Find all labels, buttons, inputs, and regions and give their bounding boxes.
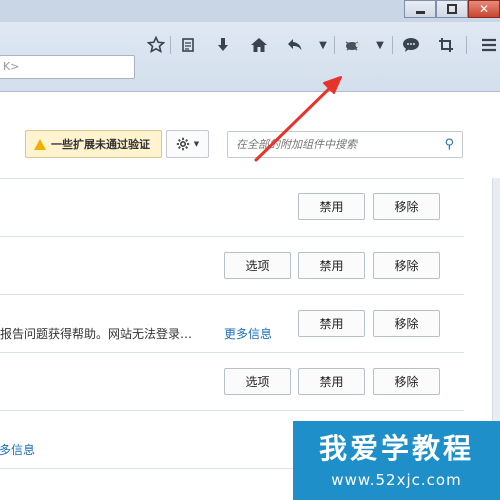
options-label: 选项 bbox=[245, 375, 270, 389]
disable-label: 禁用 bbox=[319, 317, 344, 331]
toolbar-separator bbox=[392, 36, 393, 54]
warning-icon bbox=[34, 138, 46, 150]
disable-button[interactable]: 禁用 bbox=[298, 193, 365, 220]
url-bar[interactable]: K> bbox=[0, 55, 135, 79]
disable-button[interactable]: 禁用 bbox=[298, 252, 365, 279]
chevron-down-icon: ▼ bbox=[193, 140, 200, 148]
download-icon[interactable] bbox=[210, 32, 236, 58]
addon-search-box[interactable]: ⚲ bbox=[227, 131, 463, 158]
addon-dropdown-icon[interactable]: ▼ bbox=[367, 32, 393, 58]
remove-button[interactable]: 移除 bbox=[373, 310, 440, 337]
row-divider bbox=[0, 294, 464, 295]
url-text: K> bbox=[3, 60, 20, 73]
tools-menu-button[interactable]: ▼ bbox=[166, 130, 209, 158]
crop-icon[interactable] bbox=[433, 32, 459, 58]
row-divider bbox=[0, 410, 464, 411]
remove-label: 移除 bbox=[394, 200, 419, 214]
site-watermark: 我爱学教程 www.52xjc.com bbox=[293, 421, 500, 500]
close-button[interactable]: ✕ bbox=[468, 0, 500, 18]
remove-label: 移除 bbox=[394, 317, 419, 331]
title-bar: ✕ bbox=[0, 0, 500, 22]
menu-icon[interactable] bbox=[476, 32, 500, 58]
minimize-button[interactable] bbox=[404, 0, 436, 18]
bookmark-star-icon[interactable] bbox=[143, 32, 169, 58]
addon-description: 报告问题获得帮助。网站无法登录… bbox=[0, 327, 193, 341]
minimize-icon bbox=[415, 10, 425, 14]
toolbar-separator bbox=[170, 36, 171, 54]
unverified-extensions-button[interactable]: 一些扩展未通过验证 bbox=[25, 130, 162, 158]
row-divider bbox=[0, 178, 464, 179]
unverified-extensions-label: 一些扩展未通过验证 bbox=[51, 138, 150, 151]
disable-button[interactable]: 禁用 bbox=[298, 368, 365, 395]
chat-icon[interactable] bbox=[398, 32, 424, 58]
addon-search-input[interactable] bbox=[228, 132, 428, 157]
disable-button[interactable]: 禁用 bbox=[298, 310, 365, 337]
more-info-link[interactable]: 多信息 bbox=[0, 441, 35, 458]
remove-label: 移除 bbox=[394, 259, 419, 273]
remove-button[interactable]: 移除 bbox=[373, 193, 440, 220]
options-button[interactable]: 选项 bbox=[224, 252, 291, 279]
disable-label: 禁用 bbox=[319, 200, 344, 214]
toolbar-separator bbox=[466, 36, 467, 54]
disable-label: 禁用 bbox=[319, 259, 344, 273]
disable-label: 禁用 bbox=[319, 375, 344, 389]
home-icon[interactable] bbox=[246, 32, 272, 58]
search-icon[interactable]: ⚲ bbox=[444, 137, 454, 152]
back-icon[interactable] bbox=[282, 32, 308, 58]
close-icon: ✕ bbox=[478, 2, 490, 16]
remove-label: 移除 bbox=[394, 375, 419, 389]
gear-icon bbox=[176, 137, 189, 151]
window-controls: ✕ bbox=[404, 0, 500, 18]
watermark-url: www.52xjc.com bbox=[331, 471, 462, 489]
addon-bug-icon[interactable] bbox=[340, 32, 366, 58]
toolbar-separator bbox=[334, 36, 335, 54]
options-button[interactable]: 选项 bbox=[224, 368, 291, 395]
watermark-title: 我爱学教程 bbox=[318, 432, 474, 465]
maximize-button[interactable] bbox=[436, 0, 468, 18]
row-divider bbox=[0, 236, 464, 237]
remove-button[interactable]: 移除 bbox=[373, 368, 440, 395]
more-info-link[interactable]: 更多信息 bbox=[224, 325, 272, 342]
options-label: 选项 bbox=[245, 259, 270, 273]
reading-list-icon[interactable] bbox=[175, 32, 201, 58]
row-divider bbox=[0, 352, 464, 353]
remove-button[interactable]: 移除 bbox=[373, 252, 440, 279]
maximize-icon bbox=[447, 4, 457, 14]
history-dropdown-icon[interactable]: ▼ bbox=[310, 32, 336, 58]
